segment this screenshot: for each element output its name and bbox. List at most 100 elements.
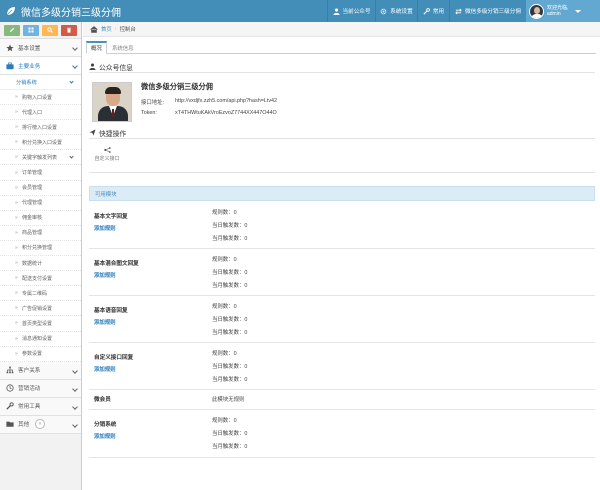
module-name: 基本混合图文回复 xyxy=(94,261,139,267)
sidebar-subitem[interactable]: » 首页类型设置 xyxy=(0,316,81,332)
user-menu[interactable]: 欢迎光临, admin xyxy=(526,0,600,22)
sidebar-subitem[interactable]: » 商品管理 xyxy=(0,225,81,241)
sidebar-subitem[interactable]: » 配送支付设置 xyxy=(0,271,81,287)
brand[interactable]: 微信多级分销三级分佣 xyxy=(6,0,121,22)
chevron-down-icon xyxy=(72,63,78,69)
module-stat: 当日触发数：0 xyxy=(212,223,248,229)
nav-system-settings[interactable]: 系统设置 xyxy=(375,0,417,22)
sidebar-subitem[interactable]: » 积分兑换入口设置 xyxy=(0,135,81,151)
sidebar-subitem[interactable]: » 数据统计 xyxy=(0,256,81,272)
double-angle-icon: » xyxy=(15,320,18,327)
token-label: Token: xyxy=(141,110,157,116)
chevron-down-icon xyxy=(69,154,74,159)
exchange-icon xyxy=(455,8,462,14)
nav-current-module[interactable]: 微信多级分销三级分佣 xyxy=(449,0,526,22)
grid-icon xyxy=(28,27,34,33)
subgroup-label: 分销系统 xyxy=(16,79,37,86)
gear-icon xyxy=(380,8,387,14)
sidebar-subitem-label: 代理管理 xyxy=(22,200,43,207)
sidebar-item-basic-settings[interactable]: 基本设置 xyxy=(0,39,81,57)
add-rule-link[interactable]: 添加规则 xyxy=(94,271,116,279)
api-address-row: 接口地址: http://vxdjfx.zzh5.com/api.php?has… xyxy=(141,98,277,106)
sidebar-subitem[interactable]: » 广告促销设置 xyxy=(0,301,81,317)
clock-icon xyxy=(6,384,14,392)
sidebar-subitem[interactable]: » 消息通知设置 xyxy=(0,331,81,347)
module-stat: 规则数：0 xyxy=(212,418,237,424)
sidebar-subitem[interactable]: » 购物入口设置 xyxy=(0,90,81,106)
plane-icon xyxy=(89,129,96,136)
sidebar-item[interactable]: 常用工具 xyxy=(0,397,81,416)
add-rule-link[interactable]: 添加规则 xyxy=(94,432,116,440)
sidebar-item[interactable]: 客户关系 xyxy=(0,361,81,380)
sidebar-subitem-label: 代理入口 xyxy=(22,109,43,116)
sidebar-subitem[interactable]: » 积分兑换管理 xyxy=(0,240,81,257)
sidebar-subitem-label: 积分兑换管理 xyxy=(22,245,53,252)
module-row: 分销系统 添加规则 规则数：0 当日触发数：0 当月触发数：0 xyxy=(89,411,595,458)
share-nodes-icon xyxy=(103,147,111,153)
sidebar-subitem[interactable]: » 佣金审核 xyxy=(0,210,81,226)
module-name: 基本文字回复 xyxy=(94,214,128,220)
nav-common[interactable]: 常用 xyxy=(417,0,449,22)
shortcut-list-button[interactable] xyxy=(23,24,39,36)
sidebar-subitem[interactable]: » 排行榜入口设置 xyxy=(0,120,81,136)
account-section-title: 公众号信息 xyxy=(89,61,595,73)
chevron-down-icon xyxy=(69,79,74,84)
sidebar-subitem[interactable]: » 关键字触发列表 xyxy=(0,150,81,166)
sidebar-item-main-business[interactable]: 主要业务 xyxy=(0,57,81,75)
sidebar-subitem-label: 关键字触发列表 xyxy=(22,154,58,161)
sidebar-subitem[interactable]: » 会员管理 xyxy=(0,180,81,196)
double-angle-icon: » xyxy=(15,350,18,357)
nav-current-account[interactable]: 当前公众号 xyxy=(327,0,375,22)
double-angle-icon: » xyxy=(15,94,18,101)
sidebar-item[interactable]: 营销活动 xyxy=(0,379,81,398)
double-angle-icon: » xyxy=(15,214,18,221)
sidebar-item-label: 常用工具 xyxy=(18,404,41,411)
quick-actions-title: 快捷操作 xyxy=(89,127,595,139)
sidebar-subitem[interactable]: » 代理入口 xyxy=(0,105,81,121)
add-rule-link[interactable]: 添加规则 xyxy=(94,224,116,232)
sidebar-subitem-label: 广告促销设置 xyxy=(22,305,53,312)
chevron-down-icon xyxy=(72,45,78,51)
sidebar-subgroup-distribution[interactable]: 分销系统 xyxy=(0,75,81,90)
module-stat: 规则数：0 xyxy=(212,257,237,263)
double-angle-icon: » xyxy=(15,124,18,131)
breadcrumb-home-link[interactable]: 首页 xyxy=(101,25,112,33)
token-row: Token: xT4THWtuKAkVroEzvoZ7744XX447O44O xyxy=(141,110,277,116)
double-angle-icon: » xyxy=(15,154,18,161)
quick-action-label: 自定义接口 xyxy=(94,156,120,162)
sidebar-collapse-button[interactable]: « xyxy=(35,419,45,429)
add-rule-link[interactable]: 添加规则 xyxy=(94,365,116,373)
quick-action-custom-interface[interactable]: 自定义接口 xyxy=(92,147,122,167)
add-rule-link[interactable]: 添加规则 xyxy=(94,318,116,326)
double-angle-icon: » xyxy=(15,229,18,236)
module-row: 微会员 此模块无规则 xyxy=(89,391,595,410)
module-stat: 当月触发数：0 xyxy=(212,444,248,450)
sidebar-subitem-label: 配送支付设置 xyxy=(22,275,53,282)
user-icon xyxy=(89,63,96,70)
chevron-down-icon xyxy=(72,367,78,374)
sidebar-subitem[interactable]: » 订单管理 xyxy=(0,165,81,181)
sidebar-subitem[interactable]: » 参数设置 xyxy=(0,346,81,362)
shortcut-delete-button[interactable] xyxy=(61,24,77,36)
tab-bar: 概况 系统信息 xyxy=(86,41,596,54)
module-stat: 当月触发数：0 xyxy=(212,330,248,336)
sidebar-subitem[interactable]: » 专属二维码 xyxy=(0,286,81,302)
sidebar-subitem-label: 订单管理 xyxy=(22,170,43,177)
module-stat: 规则数：0 xyxy=(212,210,237,216)
sidebar-subitem[interactable]: » 代理管理 xyxy=(0,195,81,211)
shortcut-search-button[interactable] xyxy=(42,24,58,36)
nav-label: 微信多级分销三级分佣 xyxy=(465,9,521,15)
tab-system-info[interactable]: 系统信息 xyxy=(108,42,138,54)
shortcut-edit-button[interactable] xyxy=(4,24,20,36)
module-stat: 此模块无规则 xyxy=(212,397,245,403)
module-row: 基本语音回复 添加规则 规则数：0 当日触发数：0 当月触发数：0 xyxy=(89,297,595,343)
breadcrumb: 首页 › 控制台 xyxy=(83,22,600,37)
sidebar-subitem-label: 积分兑换入口设置 xyxy=(22,139,63,146)
sidebar-subitem-label: 消息通知设置 xyxy=(22,336,53,343)
module-stat: 当日触发数：0 xyxy=(212,270,248,276)
sidebar: 基本设置 主要业务 分销系统 » 购物入口设置 » 代理入口 » 排行榜入口设置 » 积分兑换… xyxy=(0,22,82,490)
tab-overview[interactable]: 概况 xyxy=(86,41,107,54)
search-icon xyxy=(47,27,53,33)
sitemap-icon xyxy=(6,366,14,374)
sidebar-subitem-label: 会员管理 xyxy=(22,185,43,192)
